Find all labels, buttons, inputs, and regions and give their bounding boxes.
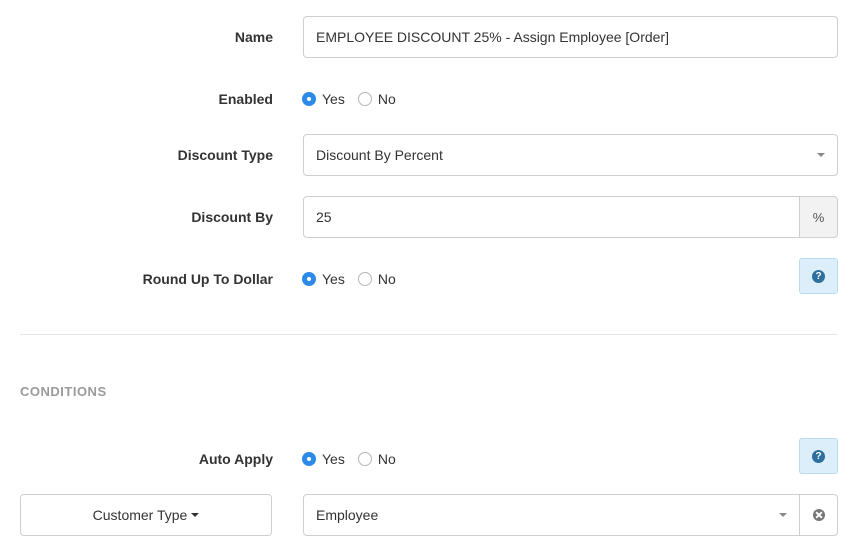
auto-apply-no-radio[interactable]: No (357, 451, 396, 467)
round-up-help-button[interactable]: ? (799, 258, 838, 294)
auto-apply-radio-group: Yes No (302, 451, 409, 467)
enabled-no-label: No (377, 91, 396, 107)
times-circle-icon (812, 509, 825, 521)
customer-type-dropdown-button[interactable]: Customer Type (20, 494, 272, 536)
clear-condition-button[interactable] (799, 494, 838, 536)
question-circle-icon: ? (812, 449, 825, 463)
radio-unchecked-icon (357, 452, 372, 466)
question-circle-icon: ? (812, 269, 825, 283)
discount-form: Name EMPLOYEE DISCOUNT 25% - Assign Empl… (0, 0, 853, 544)
round-up-radio-group: Yes No (302, 271, 409, 287)
auto-apply-no-label: No (377, 451, 396, 467)
radio-unchecked-icon (357, 272, 372, 286)
enabled-label: Enabled (218, 91, 273, 107)
round-up-label: Round Up To Dollar (142, 271, 273, 287)
round-up-yes-radio[interactable]: Yes (302, 271, 345, 287)
discount-type-select[interactable]: Discount By Percent (303, 134, 838, 176)
enabled-no-radio[interactable]: No (357, 91, 396, 107)
round-up-no-label: No (377, 271, 396, 287)
auto-apply-yes-radio[interactable]: Yes (302, 451, 345, 467)
discount-by-label: Discount By (191, 209, 273, 225)
radio-checked-icon (302, 452, 316, 466)
discount-type-label: Discount Type (177, 147, 273, 163)
name-input[interactable]: EMPLOYEE DISCOUNT 25% - Assign Employee … (303, 16, 838, 58)
radio-checked-icon (302, 92, 316, 106)
round-up-no-radio[interactable]: No (357, 271, 396, 287)
auto-apply-help-button[interactable]: ? (799, 438, 838, 474)
caret-down-icon (191, 513, 200, 517)
conditions-heading: CONDITIONS (20, 384, 107, 399)
auto-apply-yes-label: Yes (322, 451, 345, 467)
round-up-yes-label: Yes (322, 271, 345, 287)
customer-type-value: Employee (316, 507, 379, 523)
radio-checked-icon (302, 272, 316, 286)
auto-apply-label: Auto Apply (198, 451, 273, 467)
discount-by-input[interactable]: 25 (303, 196, 800, 238)
enabled-radio-group: Yes No (302, 91, 409, 107)
radio-unchecked-icon (357, 92, 372, 106)
name-label: Name (234, 29, 273, 45)
customer-type-value-select[interactable]: Employee (303, 494, 800, 536)
enabled-yes-label: Yes (322, 91, 345, 107)
caret-down-icon (817, 153, 825, 157)
customer-type-label: Customer Type (92, 507, 188, 523)
name-input-value: EMPLOYEE DISCOUNT 25% - Assign Employee … (316, 29, 669, 45)
enabled-yes-radio[interactable]: Yes (302, 91, 345, 107)
discount-type-value: Discount By Percent (316, 147, 443, 163)
caret-down-icon (779, 513, 787, 517)
discount-by-value: 25 (316, 209, 332, 225)
section-divider (20, 334, 838, 335)
percent-addon: % (799, 196, 838, 238)
